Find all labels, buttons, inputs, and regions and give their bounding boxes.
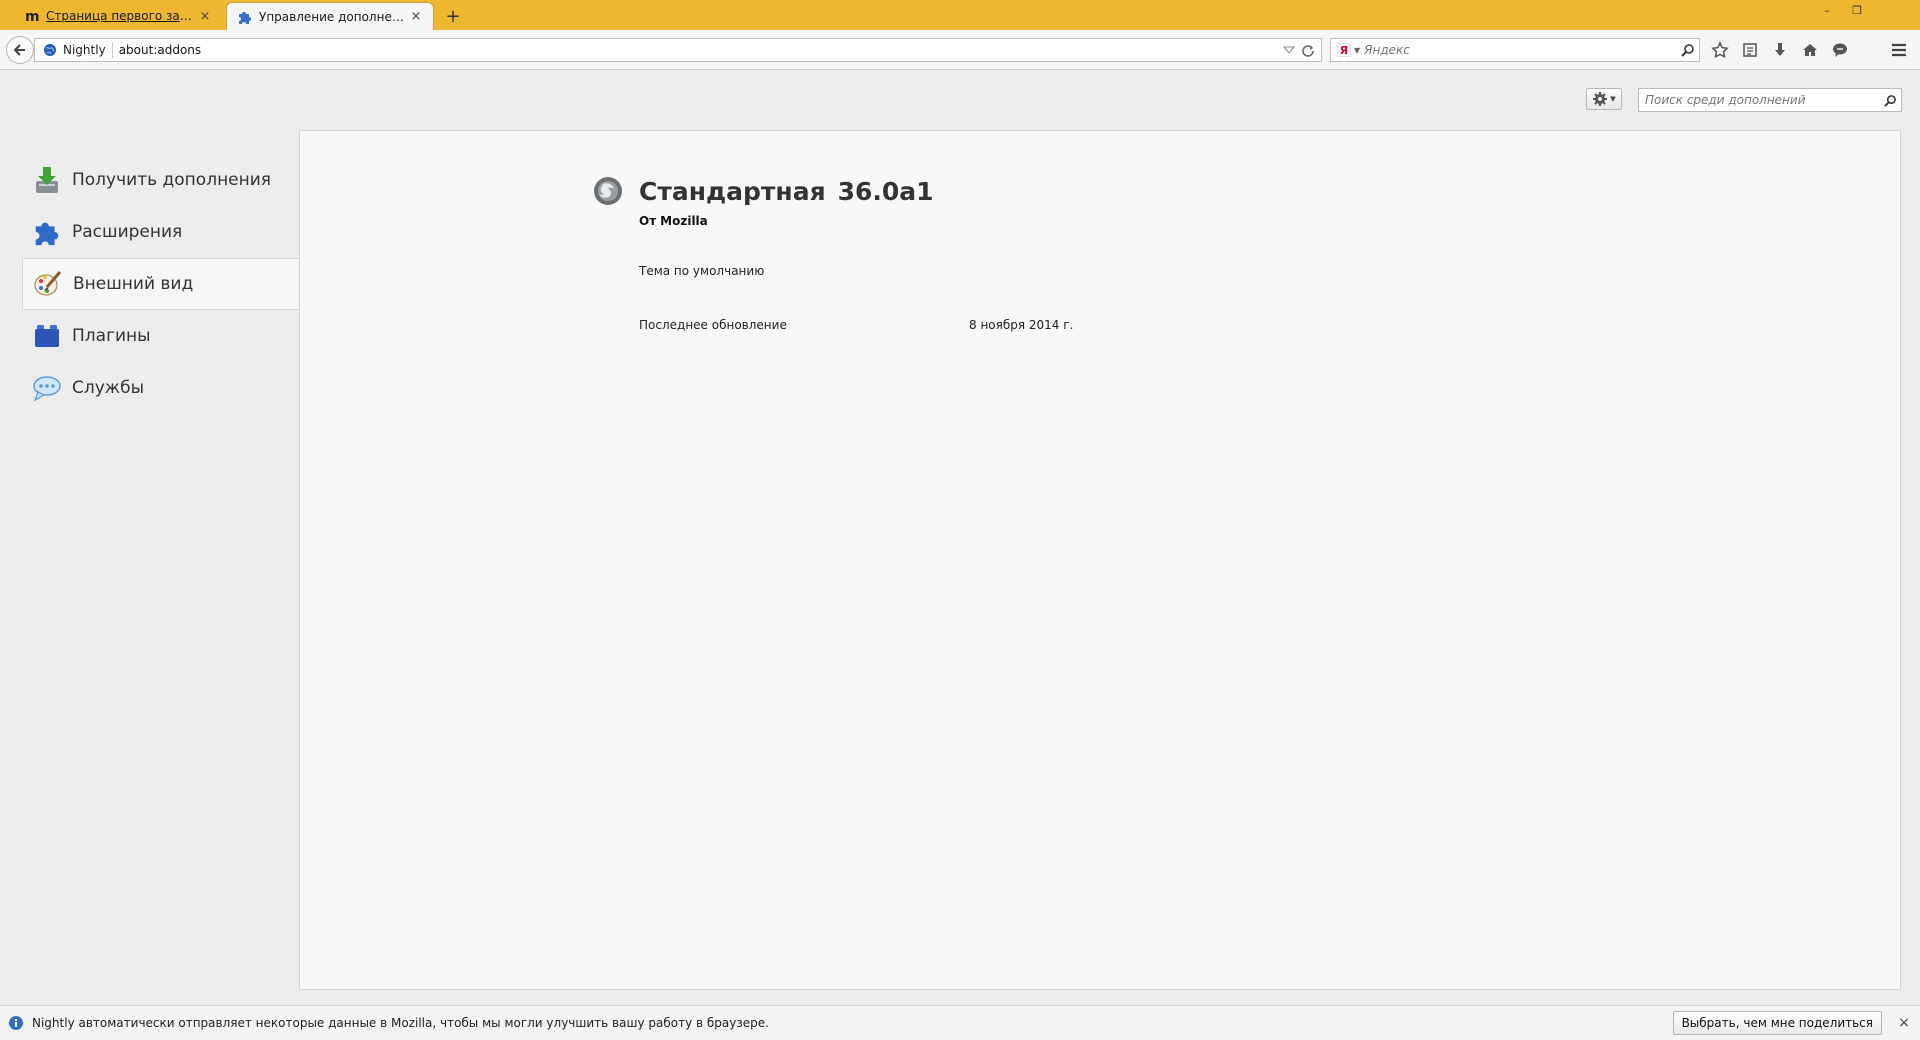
tab-label: Страница первого запуск... <box>46 9 198 23</box>
chevron-down-icon: ▼ <box>1354 45 1361 55</box>
tab-close-icon[interactable]: × <box>409 9 423 24</box>
category-label: Внешний вид <box>73 274 194 294</box>
history-dropdown-icon[interactable] <box>1283 45 1295 55</box>
category-label: Расширения <box>72 222 183 242</box>
notification-text: Nightly автоматически отправляет некотор… <box>32 1016 769 1030</box>
svg-text:m: m <box>25 9 40 24</box>
downloads-button[interactable] <box>1768 38 1792 62</box>
category-appearance[interactable]: Внешний вид <box>22 258 301 310</box>
category-get-addons[interactable]: Получить дополнения <box>22 154 300 206</box>
category-extensions[interactable]: Расширения <box>22 206 300 258</box>
back-arrow-icon <box>13 44 25 56</box>
last-updated-row: Последнее обновление 8 ноября 2014 г. <box>639 318 1073 332</box>
tab-strip: m Страница первого запуск... × Управлени… <box>0 0 1920 30</box>
navigation-toolbar: Nightly about:addons Я ▼ <box>0 30 1920 70</box>
category-label: Получить дополнения <box>72 170 272 190</box>
addons-search-input[interactable] <box>1639 93 1879 107</box>
category-services[interactable]: Службы <box>22 362 300 414</box>
url-text[interactable]: about:addons <box>113 43 1283 57</box>
mozilla-m-icon: m <box>24 8 40 24</box>
tab-close-icon[interactable]: × <box>198 9 212 24</box>
window-controls: – ❐ <box>1814 2 1914 20</box>
new-tab-button[interactable]: + <box>442 5 464 27</box>
home-icon <box>1803 44 1817 56</box>
category-list: Получить дополнения Расширения Внешний в… <box>22 154 301 414</box>
identity-label: Nightly <box>63 43 106 57</box>
addons-manager-page: ▼ Получить дополнения Расшире <box>0 71 1920 1005</box>
bookmark-star-button[interactable] <box>1708 38 1732 62</box>
url-bar[interactable]: Nightly about:addons <box>34 38 1322 62</box>
gear-icon <box>1593 92 1608 106</box>
home-button[interactable] <box>1798 38 1822 62</box>
download-addons-icon <box>32 165 62 195</box>
magnifier-icon <box>1681 44 1694 57</box>
back-button[interactable] <box>6 36 34 64</box>
default-theme-icon <box>594 177 622 205</box>
addon-detail-view: Стандартная 36.0a1 От Mozilla Тема по умо… <box>299 130 1901 990</box>
social-chat-button[interactable] <box>1828 38 1852 62</box>
tools-for-all-addons-button[interactable]: ▼ <box>1586 88 1622 110</box>
addon-creator: От Mozilla <box>639 214 708 228</box>
category-label: Плагины <box>72 326 151 346</box>
hamburger-menu-icon <box>1892 43 1906 57</box>
addon-description: Тема по умолчанию <box>639 264 765 278</box>
yandex-logo-icon: Я <box>1337 43 1351 57</box>
toolbar-buttons <box>1708 38 1852 62</box>
category-label: Службы <box>72 378 145 398</box>
creator-prefix: От <box>639 214 657 228</box>
addon-title: Стандартная 36.0a1 <box>639 177 934 206</box>
info-icon <box>9 1016 23 1030</box>
window-close-button[interactable] <box>1874 2 1914 20</box>
puzzle-piece-icon <box>32 217 62 247</box>
bookmarks-menu-button[interactable] <box>1738 38 1762 62</box>
tab-label: Управление дополнениями <box>259 9 409 24</box>
speech-bubble-icon <box>32 373 62 403</box>
site-identity-button[interactable]: Nightly <box>35 42 113 58</box>
creator-name: Mozilla <box>660 214 708 228</box>
restore-button[interactable]: ❐ <box>1844 2 1870 20</box>
globe-icon <box>44 44 56 56</box>
addons-search-box <box>1638 88 1902 112</box>
web-search-input[interactable] <box>1364 43 1677 57</box>
tab-first-run[interactable]: m Страница первого запуск... × <box>14 2 222 30</box>
minimize-button[interactable]: – <box>1814 2 1840 20</box>
last-updated-label: Последнее обновление <box>639 318 787 332</box>
search-icon[interactable] <box>1879 94 1901 107</box>
addon-name: Стандартная <box>639 177 826 206</box>
choose-what-to-share-button[interactable]: Выбрать, чем мне поделиться <box>1672 1011 1882 1035</box>
chat-bubble-icon <box>1833 43 1847 57</box>
reload-icon[interactable] <box>1301 43 1315 57</box>
search-engine-button[interactable]: Я ▼ <box>1331 43 1364 57</box>
paintbrush-palette-icon <box>33 269 63 299</box>
star-icon <box>1711 41 1729 59</box>
tab-addons-manager[interactable]: Управление дополнениями × <box>226 2 434 30</box>
category-plugins[interactable]: Плагины <box>22 310 300 362</box>
open-menu-button[interactable] <box>1886 38 1912 62</box>
bookmarks-list-icon <box>1743 43 1757 57</box>
data-reporting-notification: Nightly автоматически отправляет некотор… <box>0 1005 1920 1040</box>
lego-brick-icon <box>32 321 62 351</box>
addon-version: 36.0a1 <box>837 177 934 206</box>
search-go-button[interactable] <box>1677 43 1699 57</box>
notification-close-icon[interactable]: × <box>1894 1015 1914 1031</box>
puzzle-piece-icon <box>237 9 253 25</box>
chevron-down-icon: ▼ <box>1610 95 1616 103</box>
last-updated-value: 8 ноября 2014 г. <box>969 318 1074 332</box>
web-search-bar: Я ▼ <box>1330 38 1700 62</box>
url-tools <box>1283 43 1321 57</box>
download-arrow-icon <box>1775 43 1785 56</box>
